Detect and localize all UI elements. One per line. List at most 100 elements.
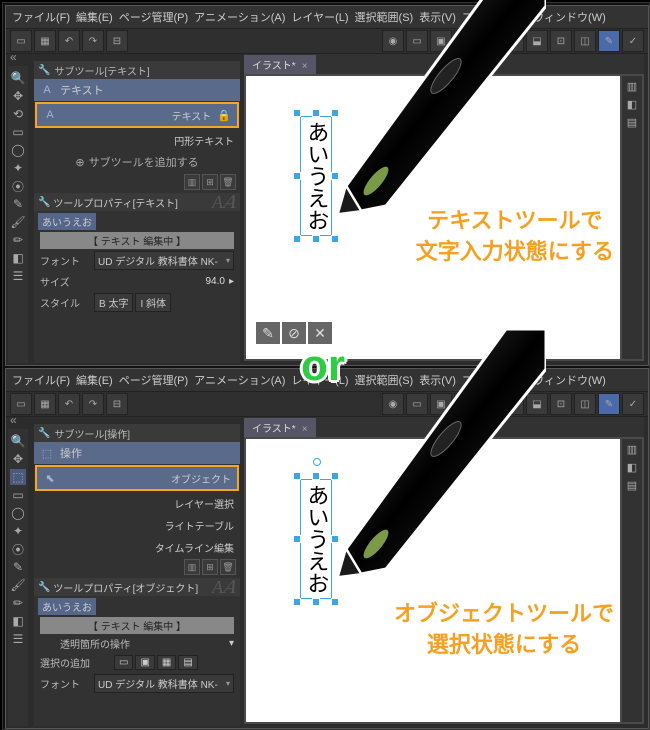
tool-button[interactable]: ◧ <box>454 393 476 415</box>
pencil-icon[interactable]: ✏ <box>10 232 26 248</box>
panel-icon[interactable]: ▥ <box>624 78 640 94</box>
subtool-item[interactable]: ライトテーブル <box>34 514 240 536</box>
move-icon[interactable]: ✥ <box>10 88 26 104</box>
document-tab[interactable]: イラスト*× <box>244 418 316 437</box>
subtool-item-object[interactable]: ⬉オブジェクト <box>35 465 239 491</box>
menu-item[interactable]: 表示(V) <box>419 372 456 388</box>
brush-icon[interactable]: 🖌 <box>10 577 26 593</box>
tool-button[interactable]: ✓ <box>622 30 644 52</box>
size-value[interactable]: 94.0 <box>206 276 225 287</box>
tool-button[interactable]: ▦ <box>34 393 56 415</box>
subtool-item[interactable]: 円形テキスト <box>34 129 240 151</box>
mode-button[interactable]: ▣ <box>135 655 154 670</box>
menu-item[interactable]: レイヤー(L) <box>291 9 348 25</box>
mini-button[interactable]: 🗑 <box>220 559 236 575</box>
menu-item[interactable]: アニメーション(A) <box>194 9 285 25</box>
eraser-icon[interactable]: ◧ <box>10 613 26 629</box>
tool-button[interactable]: ⊟ <box>106 393 128 415</box>
tool-button[interactable]: ▣ <box>430 30 452 52</box>
tool-button[interactable]: ⊞ <box>502 30 524 52</box>
tool-button[interactable]: ▭ <box>406 393 428 415</box>
mini-button[interactable]: ▥ <box>184 559 200 575</box>
tool-button[interactable]: ◉ <box>382 30 404 52</box>
subtool-item[interactable]: レイヤー選択 <box>34 492 240 514</box>
tool-button[interactable]: ⬓ <box>526 393 548 415</box>
move-icon[interactable]: ✥ <box>10 451 26 467</box>
bold-button[interactable]: B 太字 <box>94 293 133 312</box>
object-tool-icon[interactable]: ⬚ <box>10 469 26 485</box>
menu-item[interactable]: ページ管理(P) <box>119 372 188 388</box>
menu-item[interactable]: ファイル(F) <box>12 372 70 388</box>
font-select[interactable]: UD デジタル 教科書体 NK-▾ <box>94 674 234 693</box>
mini-button[interactable]: ▥ <box>184 174 200 190</box>
mode-button[interactable]: ▭ <box>114 655 133 670</box>
menu-item[interactable]: フィルター(I) <box>462 372 527 388</box>
tool-button[interactable]: ✎ <box>598 30 620 52</box>
tool-button[interactable]: ◨ <box>478 30 500 52</box>
panel-icon[interactable]: ◧ <box>624 96 640 112</box>
eraser-icon[interactable]: ◧ <box>10 250 26 266</box>
mini-button[interactable]: ⊞ <box>202 559 218 575</box>
mini-button[interactable]: ⊞ <box>202 174 218 190</box>
canvas[interactable]: あいうえお オブジェクトツールで選択状態にする <box>246 439 620 722</box>
document-tab[interactable]: イラスト*× <box>244 55 316 74</box>
tool-button[interactable]: ▭ <box>406 30 428 52</box>
wand-icon[interactable]: ✦ <box>10 160 26 176</box>
tool-button[interactable]: ✓ <box>622 393 644 415</box>
marquee-icon[interactable]: ▭ <box>10 487 26 503</box>
menu-item[interactable]: ウィンドウ(W) <box>533 372 606 388</box>
tool-button[interactable]: ▭ <box>10 30 32 52</box>
tool-button[interactable]: ↷ <box>82 30 104 52</box>
text-object[interactable]: あいうえお <box>300 479 332 599</box>
menu-item[interactable]: 選択範囲(S) <box>355 372 414 388</box>
mini-button[interactable]: 🗑 <box>220 174 236 190</box>
tool-button[interactable]: ⬓ <box>526 30 548 52</box>
stepper-icon[interactable]: ▸ <box>229 276 234 287</box>
menu-item[interactable]: 選択範囲(S) <box>355 9 414 25</box>
eyedrop-icon[interactable]: ⦿ <box>10 541 26 557</box>
tool-button[interactable]: ⊡ <box>550 393 572 415</box>
subtool-item[interactable]: タイムライン編集 <box>34 536 240 558</box>
subtool-group[interactable]: Aテキスト <box>34 79 240 101</box>
edit-button[interactable]: ✎ <box>256 322 280 344</box>
tool-button[interactable]: ⊞ <box>502 393 524 415</box>
chevron-down-icon[interactable]: ▾ <box>229 638 234 649</box>
close-icon[interactable]: × <box>302 424 308 435</box>
menu-item[interactable]: ウィンドウ(W) <box>533 9 606 25</box>
panel-icon[interactable]: ▤ <box>624 477 640 493</box>
wand-icon[interactable]: ✦ <box>10 523 26 539</box>
tool-button[interactable]: ↶ <box>58 393 80 415</box>
brush-icon[interactable]: 🖌 <box>10 214 26 230</box>
tool-button[interactable]: ✎ <box>598 393 620 415</box>
menu-item[interactable]: アニメーション(A) <box>194 372 285 388</box>
mode-button[interactable]: ▤ <box>178 655 197 670</box>
collapse-icon[interactable]: « <box>10 50 17 64</box>
lasso-icon[interactable]: ◯ <box>10 505 26 521</box>
tool-button[interactable]: ◫ <box>574 30 596 52</box>
tool-button[interactable]: ▦ <box>34 30 56 52</box>
menu-item[interactable]: 編集(E) <box>76 9 113 25</box>
magnify-icon[interactable]: 🔍 <box>10 433 26 449</box>
tool-button[interactable]: ↷ <box>82 393 104 415</box>
marquee-icon[interactable]: ▭ <box>10 124 26 140</box>
rotate-icon[interactable]: ⟲ <box>10 106 26 122</box>
pencil-icon[interactable]: ✏ <box>10 595 26 611</box>
menu-item[interactable]: ファイル(F) <box>12 9 70 25</box>
italic-button[interactable]: I 斜体 <box>135 293 171 312</box>
magnify-icon[interactable]: 🔍 <box>10 70 26 86</box>
pen-icon[interactable]: ✎ <box>10 559 26 575</box>
tool-button[interactable]: ▣ <box>430 393 452 415</box>
panel-icon[interactable]: ◧ <box>624 459 640 475</box>
tool-button[interactable]: ▭ <box>10 393 32 415</box>
collapse-icon[interactable]: « <box>10 413 17 427</box>
subtool-item-text[interactable]: Aテキスト🔒 <box>35 102 239 128</box>
lasso-icon[interactable]: ◯ <box>10 142 26 158</box>
add-subtool-row[interactable]: ⊕サブツールを追加する <box>34 151 240 173</box>
pen-icon[interactable]: ✎ <box>10 196 26 212</box>
tool-button[interactable]: ◨ <box>478 393 500 415</box>
text-object[interactable]: あいうえお <box>300 116 332 236</box>
tool-button[interactable]: ⊡ <box>550 30 572 52</box>
menu-item[interactable]: 編集(E) <box>76 372 113 388</box>
canvas[interactable]: あいうえお ✎ ⊘ ✕ テキストツールで文字入力状態にする <box>246 76 620 359</box>
close-icon[interactable]: × <box>302 61 308 72</box>
